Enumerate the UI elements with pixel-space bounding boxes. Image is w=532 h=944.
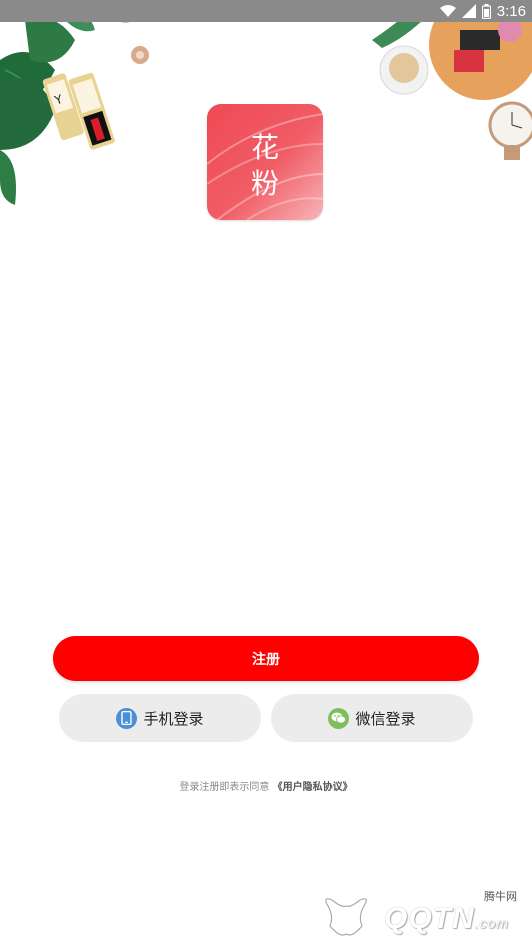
agreement-text: 登录注册即表示同意 《用户隐私协议》 bbox=[0, 778, 532, 793]
wechat-icon bbox=[328, 707, 350, 729]
watermark-ox-icon bbox=[325, 898, 367, 936]
phone-login-button[interactable]: 手机登录 bbox=[59, 694, 261, 742]
wechat-login-label: 微信登录 bbox=[355, 709, 416, 728]
wechat-login-button[interactable]: 微信登录 bbox=[271, 694, 473, 742]
watermark-logo-text: QQTN bbox=[383, 902, 475, 935]
cosmetics-decoration bbox=[372, 0, 532, 160]
phone-login-label: 手机登录 bbox=[143, 709, 204, 728]
register-button[interactable]: 注册 bbox=[53, 636, 479, 681]
privacy-agreement-link[interactable]: 《用户隐私协议》 bbox=[273, 782, 353, 793]
register-button-label: 注册 bbox=[252, 651, 280, 668]
agreement-prefix: 登录注册即表示同意 bbox=[179, 782, 270, 793]
logo-char-1: 花 bbox=[250, 131, 279, 164]
phone-icon bbox=[116, 707, 138, 729]
status-bar: 3:16 bbox=[0, 0, 532, 22]
app-logo: 花 粉 bbox=[207, 104, 323, 220]
watermark: 腾牛网 QQTN.com bbox=[322, 888, 527, 940]
signal-icon bbox=[461, 4, 476, 18]
watermark-logo-suffix: .com bbox=[474, 915, 509, 931]
status-time: 3:16 bbox=[496, 2, 526, 20]
battery-icon bbox=[481, 3, 491, 19]
logo-char-2: 粉 bbox=[250, 167, 279, 200]
watermark-logo: QQTN.com bbox=[384, 902, 509, 936]
leaves-decoration: Y bbox=[0, 0, 149, 205]
wifi-icon bbox=[439, 4, 456, 18]
